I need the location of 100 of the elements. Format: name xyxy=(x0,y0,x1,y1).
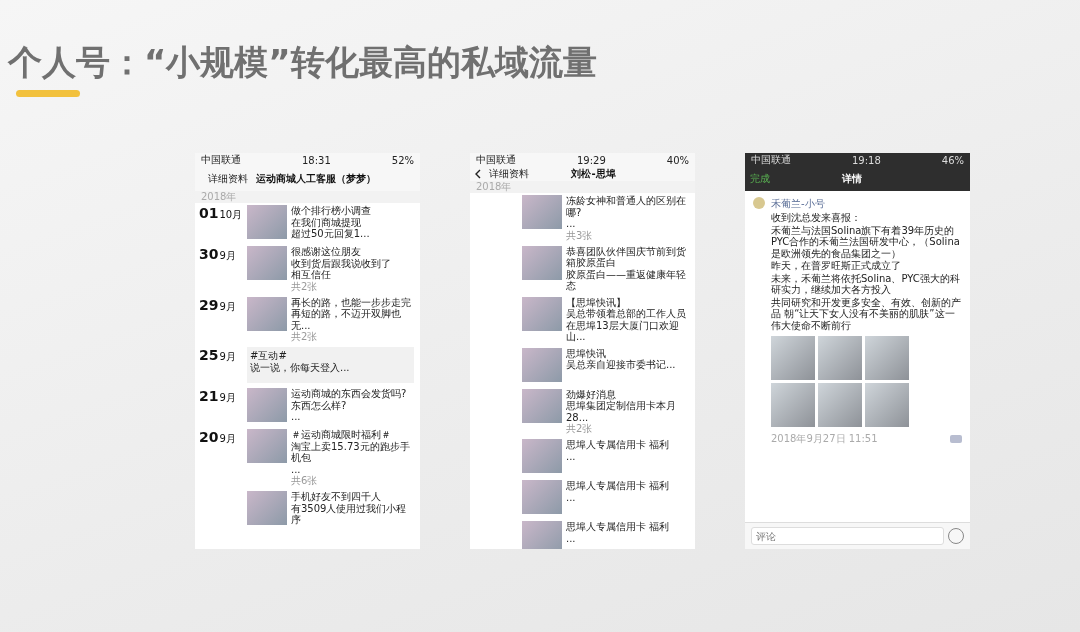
photo-placeholder[interactable] xyxy=(522,439,562,473)
post-text: 吴总亲自迎接市委书记... xyxy=(566,359,677,371)
post-month: 9月 xyxy=(219,350,236,364)
post-text: ... xyxy=(291,463,302,475)
slide-title: 个人号：“小规模”转化最高的私域流量 xyxy=(8,41,598,84)
comment-icon[interactable] xyxy=(950,435,962,443)
post-text: 很感谢这位朋友 xyxy=(291,246,362,258)
post-text: 收到货后跟我说收到了 xyxy=(291,257,392,269)
back-button[interactable]: 详细资料 xyxy=(208,172,248,186)
post-text: ... xyxy=(566,450,577,462)
post-text: 相互信任 xyxy=(291,269,332,281)
post-text: 未来，禾葡兰将依托Solina、PYC强大的科研实力，继续加大各方投入 xyxy=(771,272,961,296)
post-timestamp: 2018年9月27日 11:51 xyxy=(771,432,878,446)
post-text: 淘宝上卖15.73元的跑步手机包 xyxy=(291,440,411,464)
post-text: 思埠快讯 xyxy=(566,347,607,359)
carrier-text: 中国联通 xyxy=(751,153,791,167)
post-text: 有3509人使用过我们小程序 xyxy=(291,502,408,526)
title-underline xyxy=(16,90,80,97)
photo-placeholder[interactable] xyxy=(771,383,815,427)
post-text: 思埠集团定制信用卡本月28... xyxy=(566,400,677,423)
nav-title: 刘松-思埠 xyxy=(570,167,617,181)
post-text: 做个排行榜小调查 xyxy=(291,205,372,217)
text-post[interactable]: #互动# 说一说，你每天登入... xyxy=(247,347,414,383)
photo-placeholder[interactable] xyxy=(247,429,287,463)
post-day: 21 xyxy=(199,388,219,404)
nav-title: 运动商城人工客服（梦梦） xyxy=(256,172,377,186)
clock-text: 18:31 xyxy=(301,154,331,166)
post-text: #互动# xyxy=(250,350,288,362)
photo-placeholder[interactable] xyxy=(247,296,287,331)
photo-placeholder[interactable] xyxy=(522,521,562,549)
post-text: ＃运动商城限时福利＃ xyxy=(291,429,392,441)
post-day: 01 xyxy=(199,205,219,221)
back-button[interactable]: 详细资料 xyxy=(489,167,529,181)
post-month: 9月 xyxy=(219,391,236,405)
photo-placeholder[interactable] xyxy=(865,336,909,380)
photo-count: 共2张 xyxy=(291,331,319,342)
battery-text: 46% xyxy=(941,154,964,166)
done-button[interactable]: 完成 xyxy=(750,172,770,186)
photo-placeholder[interactable] xyxy=(522,245,562,280)
photo-placeholder[interactable] xyxy=(818,383,862,427)
photo-placeholder[interactable] xyxy=(522,480,562,514)
post-text: 胶原蛋白——重返健康年轻态 xyxy=(566,268,687,292)
post-month: 9月 xyxy=(219,249,236,263)
photo-count: 共3张 xyxy=(566,229,594,241)
photo-placeholder[interactable] xyxy=(522,195,562,229)
post-text: 思埠人专属信用卡 福利 xyxy=(566,439,671,451)
post-text: 吴总带领着总部的工作人员在思埠13层大厦门口欢迎山... xyxy=(566,308,687,343)
comment-field[interactable]: 评论 xyxy=(751,527,944,545)
photo-placeholder[interactable] xyxy=(247,246,287,280)
post-text: 再长的路，也能一步步走完 xyxy=(291,296,412,308)
post-text: 箱胶原蛋白 xyxy=(566,257,616,269)
post-day: 20 xyxy=(199,429,219,445)
photo-placeholder[interactable] xyxy=(247,491,287,525)
post-text: 禾葡兰与法国Solina旗下有着39年历史的PYC合作的禾葡兰法国研发中心，（Solina是欧洲领先的食品集团之一） xyxy=(771,224,961,259)
avatar[interactable] xyxy=(753,197,765,209)
photo-placeholder[interactable] xyxy=(865,383,909,427)
photo-placeholder[interactable] xyxy=(522,296,562,331)
carrier-text: 中国联通 xyxy=(476,153,516,167)
post-text: 【思埠快讯】 xyxy=(566,296,626,308)
post-text: 共同研究和开发更多安全、有效、创新的产品 朝“让天下女人没有不美丽的肌肤”这一伟大使命不断前行 xyxy=(771,296,962,331)
author-name[interactable]: 禾葡兰-小号 xyxy=(771,197,962,211)
post-day: 30 xyxy=(199,246,219,262)
post-text: ... xyxy=(566,491,577,503)
nav-title: 详情 xyxy=(840,172,863,186)
post-text: 手机好友不到四千人 xyxy=(291,491,382,503)
post-day: 29 xyxy=(199,296,219,313)
post-text: 思埠人专属信用卡 福利 xyxy=(566,480,671,492)
clock-text: 19:29 xyxy=(576,154,606,166)
post-text: 在我们商城提现 xyxy=(291,216,362,228)
photo-count: 共2张 xyxy=(291,280,319,292)
post-month: 10月 xyxy=(219,208,243,222)
post-text: 运动商城的东西会发货吗? xyxy=(291,388,408,400)
chevron-left-icon[interactable] xyxy=(475,169,481,179)
photo-placeholder[interactable] xyxy=(771,336,815,380)
year-label: 2018年 xyxy=(470,181,695,193)
post-text: ... xyxy=(566,218,577,230)
post-month: 9月 xyxy=(219,299,236,314)
clock-text: 19:18 xyxy=(851,154,881,166)
year-label: 2018年 xyxy=(195,191,420,203)
post-text: 思埠人专属信用卡 福利 xyxy=(566,521,671,533)
photo-count: 共2张 xyxy=(566,423,594,434)
photo-placeholder[interactable] xyxy=(522,347,562,382)
post-text: 劲爆好消息 xyxy=(566,388,616,400)
post-text: 再短的路，不迈开双脚也无... xyxy=(291,308,402,331)
post-month: 9月 xyxy=(219,432,236,446)
post-text: ... xyxy=(291,411,302,423)
post-text: 东西怎么样? xyxy=(291,399,348,411)
post-text: 说一说，你每天登入... xyxy=(250,361,351,373)
post-text: 冻龄女神和普通人的区别在哪? xyxy=(566,195,687,218)
post-text: 恭喜团队伙伴国庆节前到货 xyxy=(566,245,687,257)
carrier-text: 中国联通 xyxy=(201,153,241,167)
photo-placeholder[interactable] xyxy=(522,388,562,423)
battery-text: 40% xyxy=(666,154,689,166)
photo-placeholder[interactable] xyxy=(818,336,862,380)
photo-placeholder[interactable] xyxy=(247,205,287,239)
battery-text: 52% xyxy=(391,154,414,166)
photo-placeholder[interactable] xyxy=(247,388,287,422)
post-text: 超过50元回复1... xyxy=(291,228,371,240)
post-day: 25 xyxy=(199,347,219,363)
post-text: 收到沈总发来喜报： xyxy=(771,212,862,224)
